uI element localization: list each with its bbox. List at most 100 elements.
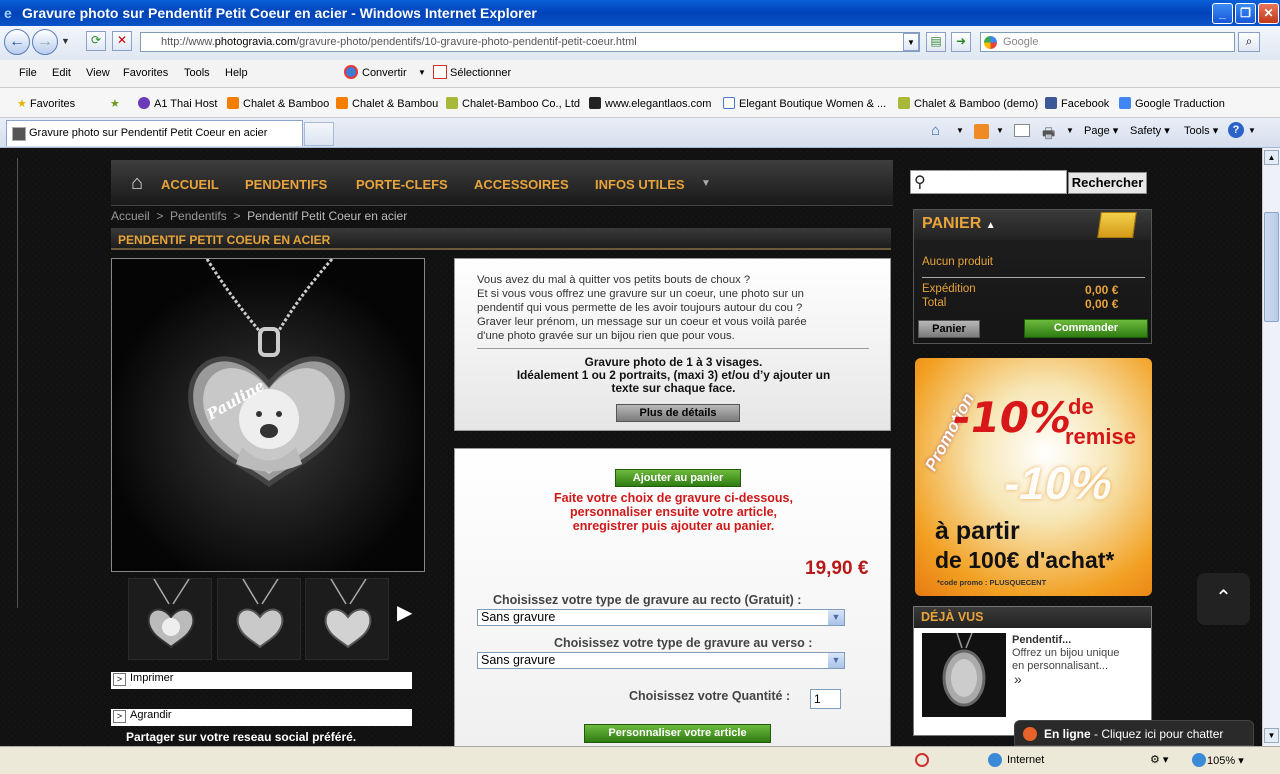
print-link[interactable]: > Imprimer xyxy=(111,672,412,689)
chevron-down-icon[interactable]: ▼ xyxy=(701,178,711,189)
verso-select[interactable]: Sans gravure ▼ xyxy=(477,652,845,669)
go-button[interactable]: ➜ xyxy=(951,32,971,52)
recently-thumb[interactable] xyxy=(922,632,1006,717)
new-tab-button[interactable] xyxy=(304,122,334,146)
address-dropdown-icon[interactable]: ▼ xyxy=(903,33,919,51)
shipping-label: Expédition xyxy=(922,283,976,295)
highlight-text: Gravure photo de 1 à 3 visages. Idéaleme… xyxy=(516,355,831,395)
site-search-button[interactable]: Rechercher xyxy=(1068,172,1147,194)
mail-icon[interactable] xyxy=(1014,124,1030,137)
menu-view[interactable]: View xyxy=(86,67,110,79)
forward-button[interactable]: → xyxy=(32,29,58,55)
popup-blocker-icon[interactable] xyxy=(915,753,929,767)
scroll-thumb[interactable] xyxy=(1264,212,1279,322)
recently-more-icon[interactable]: » xyxy=(1014,671,1022,687)
fav-a1-thai-host[interactable]: A1 Thai Host xyxy=(138,97,217,110)
order-button[interactable]: Commander xyxy=(1024,319,1148,338)
chevron-down-icon: ▼ xyxy=(828,610,844,625)
fav-chalet-bamboo[interactable]: Chalet & Bamboo xyxy=(227,97,329,110)
nav-accessoires[interactable]: ACCESSOIRES xyxy=(474,177,569,192)
breadcrumb: Accueil > Pendentifs > Pendentif Petit C… xyxy=(111,209,408,223)
search-go-icon[interactable]: ⌕ xyxy=(1238,32,1260,52)
thumbnail-3[interactable] xyxy=(305,578,389,660)
convert-dropdown-icon[interactable]: ▼ xyxy=(418,68,426,77)
fav-chalet-demo[interactable]: Chalet & Bamboo (demo) xyxy=(898,97,1038,110)
description-text: Vous avez du mal à quitter vos petits bo… xyxy=(477,274,807,342)
scroll-up-icon[interactable]: ▲ xyxy=(1264,150,1279,165)
fav-elegantlaos[interactable]: www.elegantlaos.com xyxy=(589,97,711,110)
back-to-top-button[interactable]: ⌃ xyxy=(1197,573,1250,625)
tools-menu[interactable]: Tools ▾ xyxy=(1184,124,1218,137)
nav-pendentifs[interactable]: PENDENTIFS xyxy=(245,177,327,192)
fav-chalet-bamboo-co[interactable]: Chalet-Bamboo Co., Ltd xyxy=(446,97,580,110)
translate-icon xyxy=(1119,97,1131,109)
site-search-input[interactable]: ⚲ xyxy=(910,170,1067,194)
rss-dropdown-icon[interactable]: ▼ xyxy=(996,126,1004,135)
page-menu[interactable]: Page ▾ xyxy=(1084,124,1118,137)
back-button[interactable]: ← xyxy=(4,29,30,55)
select-icon xyxy=(433,65,447,79)
home-icon[interactable]: ⌂ xyxy=(131,173,143,193)
more-details-button[interactable]: Plus de détails xyxy=(616,404,740,422)
compat-view-button[interactable]: ▤ xyxy=(926,32,946,52)
quantity-input[interactable]: 1 xyxy=(810,689,841,709)
breadcrumb-home[interactable]: Accueil xyxy=(111,209,150,223)
protected-mode-icon[interactable]: ⚙ ▾ xyxy=(1150,753,1168,766)
promo-banner[interactable]: Promotion -10% de remise -10% à partir d… xyxy=(915,358,1152,596)
search-input[interactable]: Google xyxy=(980,32,1235,52)
menu-file[interactable]: File xyxy=(19,67,37,79)
scroll-down-icon[interactable]: ▼ xyxy=(1264,728,1279,743)
add-to-cart-button[interactable]: Ajouter au panier xyxy=(615,469,741,487)
menu-help[interactable]: Help xyxy=(225,67,248,79)
menu-favorites[interactable]: Favorites xyxy=(123,67,168,79)
total-label: Total xyxy=(922,297,947,309)
zoom-level[interactable]: 105% ▾ xyxy=(1207,754,1244,767)
maximize-button[interactable]: ❐ xyxy=(1235,3,1256,24)
stop-button[interactable]: ✕ xyxy=(112,31,132,51)
print-icon[interactable]: 🖶 xyxy=(1042,123,1055,147)
address-input[interactable]: http://www.photogravia.com/gravure-photo… xyxy=(140,32,920,52)
chat-widget[interactable]: En ligne - Cliquez ici pour chatter xyxy=(1014,720,1254,746)
history-dropdown-icon[interactable]: ▼ xyxy=(61,36,70,46)
help-icon[interactable]: ? xyxy=(1228,122,1244,138)
enlarge-link[interactable]: > Agrandir xyxy=(111,709,412,726)
fav-chalet-bambou[interactable]: Chalet & Bambou xyxy=(336,97,438,110)
nav-infos-utiles[interactable]: INFOS UTILES xyxy=(595,177,685,192)
close-button[interactable]: ✕ xyxy=(1258,3,1279,24)
fav-facebook[interactable]: Facebook xyxy=(1045,97,1109,110)
cart-title[interactable]: PANIER ▲ xyxy=(922,215,996,233)
print-dropdown-icon[interactable]: ▼ xyxy=(1066,126,1074,135)
page-scrollbar[interactable]: ▲ ▼ xyxy=(1262,148,1280,746)
help-dropdown-icon[interactable]: ▼ xyxy=(1248,126,1256,135)
fav-google-traduction[interactable]: Google Traduction xyxy=(1119,97,1225,110)
recto-select[interactable]: Sans gravure ▼ xyxy=(477,609,845,626)
convert-button[interactable]: Convertir xyxy=(362,67,407,79)
chevron-right-icon: > xyxy=(113,673,126,686)
product-main-image[interactable]: Pauline xyxy=(111,258,425,572)
nav-accueil[interactable]: ACCUEIL xyxy=(161,177,219,192)
home-dropdown-icon[interactable]: ▼ xyxy=(956,126,964,135)
recently-viewed: DÉJÀ VUS Pendentif... Offrez un bijou un… xyxy=(913,606,1152,736)
menu-tools[interactable]: Tools xyxy=(184,67,210,79)
home-icon[interactable]: ⌂ xyxy=(931,122,940,139)
tab-active[interactable]: Gravure photo sur Pendentif Petit Coeur … xyxy=(6,120,303,146)
favorites-button[interactable]: ★ Favorites xyxy=(17,97,75,110)
cart-button[interactable]: Panier xyxy=(918,320,980,338)
thumbnail-next-icon[interactable]: ▶ xyxy=(397,600,412,625)
refresh-button[interactable]: ⟳ xyxy=(86,31,106,51)
product-description: Vous avez du mal à quitter vos petits bo… xyxy=(454,258,891,431)
breadcrumb-category[interactable]: Pendentifs xyxy=(170,209,227,223)
customize-button[interactable]: Personnaliser votre article xyxy=(584,724,771,743)
globe-icon xyxy=(988,753,1002,767)
rss-icon[interactable] xyxy=(974,124,989,139)
thumbnail-2[interactable] xyxy=(217,578,301,660)
thumbnail-1[interactable] xyxy=(128,578,212,660)
add-favorite-icon[interactable]: ★ xyxy=(110,97,120,110)
fav-elegant-boutique[interactable]: Elegant Boutique Women & ... xyxy=(723,97,886,110)
menu-edit[interactable]: Edit xyxy=(52,67,71,79)
nav-porte-clefs[interactable]: PORTE-CLEFS xyxy=(356,177,448,192)
recently-item-title[interactable]: Pendentif... xyxy=(1012,634,1071,646)
select-button[interactable]: Sélectionner xyxy=(450,67,511,79)
safety-menu[interactable]: Safety ▾ xyxy=(1130,124,1170,137)
minimize-button[interactable]: _ xyxy=(1212,3,1233,24)
